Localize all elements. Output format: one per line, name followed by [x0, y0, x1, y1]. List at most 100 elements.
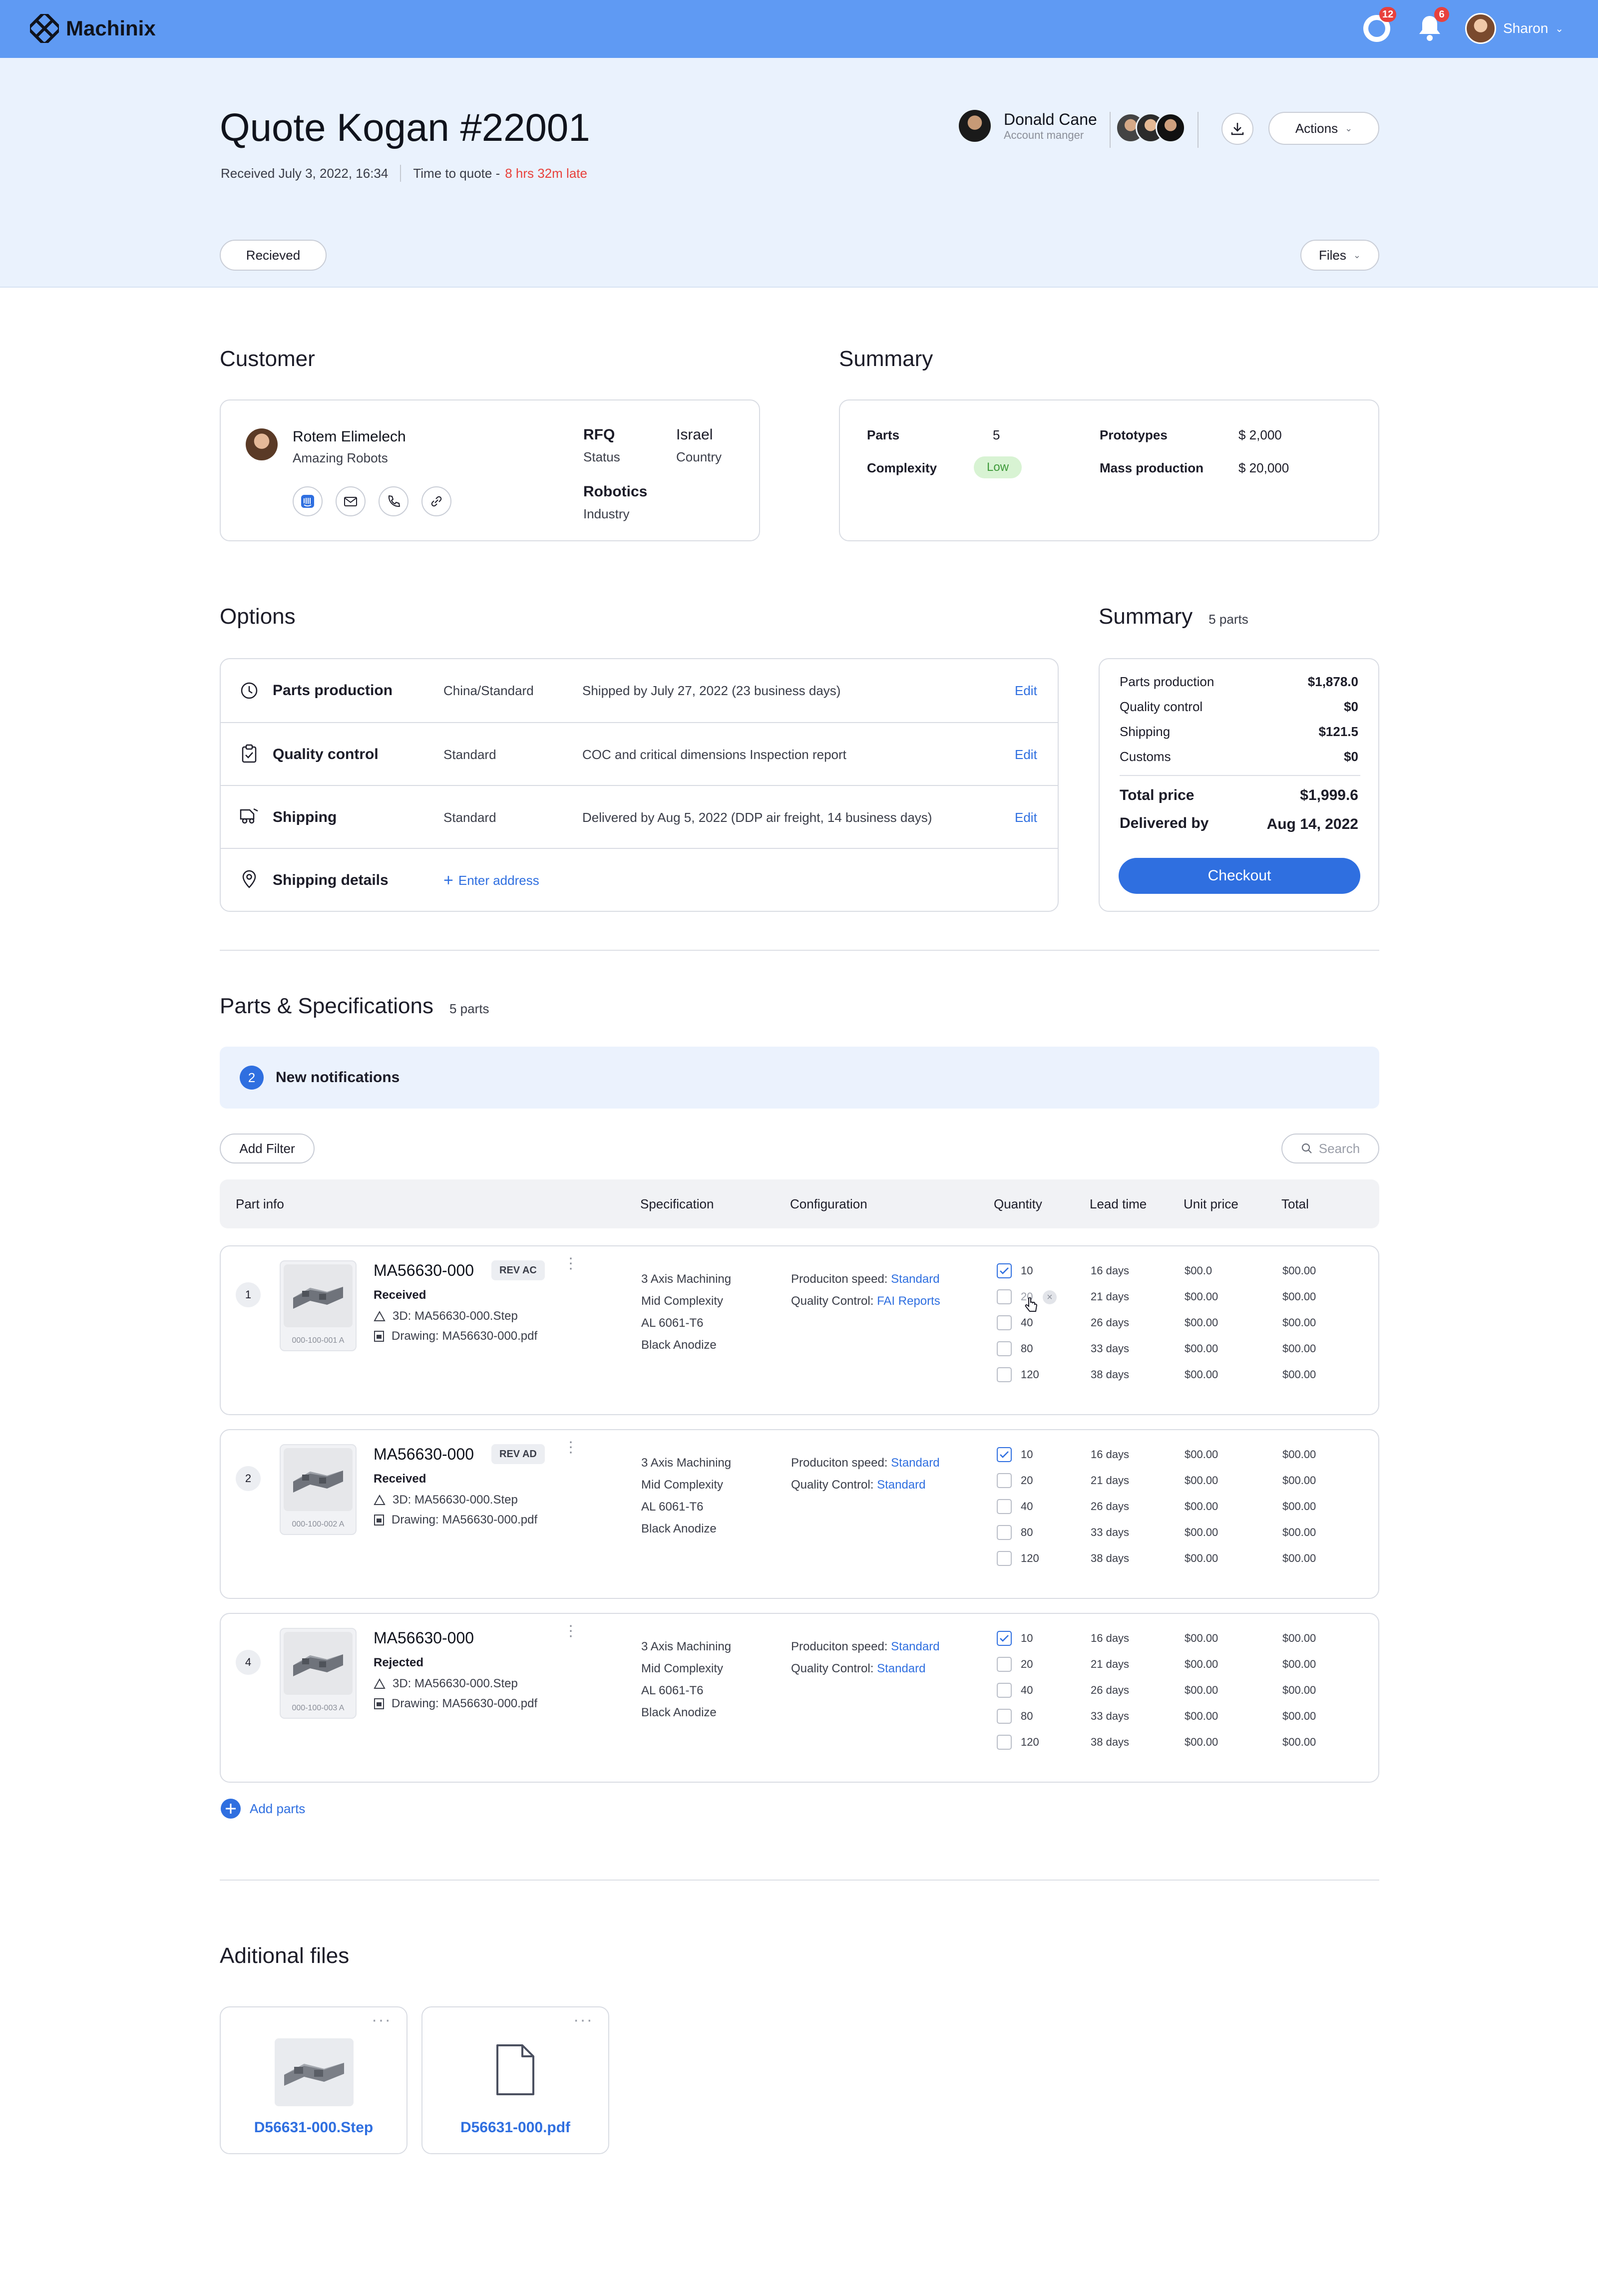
download-button[interactable]: [1221, 113, 1253, 145]
quantity-checkbox[interactable]: [997, 1367, 1012, 1382]
row-total: $00.00: [1282, 1736, 1316, 1748]
search-input[interactable]: Search: [1281, 1134, 1379, 1163]
part-drawing-file-name: Drawing: MA56630-000.pdf: [392, 1697, 538, 1710]
files-dropdown[interactable]: Files ⌄: [1300, 240, 1379, 271]
email-button[interactable]: [336, 486, 366, 516]
account-manager[interactable]: Donald Cane Account manger: [959, 110, 1097, 142]
brand[interactable]: Machinix: [30, 14, 156, 43]
3d-model-icon: [374, 1678, 386, 1689]
quantity-checkbox[interactable]: [997, 1735, 1012, 1750]
part-3d-file-name: 3D: MA56630-000.Step: [393, 1309, 518, 1323]
drawing-file-icon: [374, 1331, 384, 1342]
phone-icon: [388, 495, 400, 507]
option-detail: COC and critical dimensions Inspection r…: [582, 747, 846, 762]
part-3d-file[interactable]: 3D: MA56630-000.Step: [374, 1677, 518, 1691]
add-filter-label: Add Filter: [239, 1141, 295, 1156]
checkout-button[interactable]: Checkout: [1119, 858, 1360, 894]
quantity-value: 40: [1021, 1316, 1033, 1329]
part-drawing-file[interactable]: Drawing: MA56630-000.pdf: [374, 1513, 537, 1527]
section-divider: [220, 950, 1379, 951]
quantity-checkbox[interactable]: [997, 1499, 1012, 1514]
checkbox-box: [997, 1499, 1012, 1514]
quantity-checkbox[interactable]: [997, 1263, 1012, 1278]
actions-dropdown[interactable]: Actions ⌄: [1268, 112, 1379, 145]
machined-part-icon: [293, 1654, 343, 1676]
team-avatars[interactable]: [1116, 113, 1191, 145]
status-badge[interactable]: Recieved: [220, 240, 327, 271]
config-qc-value[interactable]: Standard: [877, 1662, 925, 1675]
part-card[interactable]: 1 000-100-001 A MA56630-000 REV AC ⋮ Receiv…: [220, 1245, 1379, 1415]
quantity-checkbox[interactable]: [997, 1447, 1012, 1462]
config-speed-value[interactable]: Standard: [891, 1272, 939, 1286]
quantity-checkbox[interactable]: [997, 1289, 1012, 1304]
part-drawing-file[interactable]: Drawing: MA56630-000.pdf: [374, 1329, 537, 1343]
part-thumbnail[interactable]: 000-100-002 A: [280, 1444, 357, 1535]
lead-time: 33 days: [1091, 1526, 1130, 1538]
quantity-checkbox[interactable]: [997, 1341, 1012, 1356]
chat-button[interactable]: 12: [1361, 7, 1397, 44]
part-status: Received: [374, 1472, 426, 1486]
part-card[interactable]: 2 000-100-002 A MA56630-000 REV AD ⋮ Receiv…: [220, 1429, 1379, 1599]
row-total: $00.00: [1282, 1658, 1316, 1670]
checkbox-box: [997, 1263, 1012, 1278]
file-card[interactable]: ··· D56631-000.Step: [220, 2006, 407, 2154]
phone-button[interactable]: [379, 486, 408, 516]
unit-price: $00.00: [1185, 1710, 1218, 1722]
quantity-checkbox[interactable]: [997, 1631, 1012, 1646]
column-header: Total: [1281, 1196, 1309, 1211]
quantity-checkbox[interactable]: [997, 1709, 1012, 1724]
part-more-icon[interactable]: ⋮: [563, 1624, 578, 1639]
row-total: $00.00: [1282, 1500, 1316, 1513]
edit-parts-production-link[interactable]: Edit: [1015, 683, 1037, 699]
notifications-button[interactable]: 6: [1414, 7, 1449, 44]
lead-time: 26 days: [1091, 1684, 1130, 1696]
enter-address-link[interactable]: + Enter address: [443, 871, 539, 890]
quantity-checkbox[interactable]: [997, 1657, 1012, 1672]
add-filter-button[interactable]: Add Filter: [220, 1134, 315, 1163]
part-3d-file[interactable]: 3D: MA56630-000.Step: [374, 1309, 518, 1323]
file-card[interactable]: ··· D56631-000.pdf: [421, 2006, 609, 2154]
quantity-checkbox[interactable]: [997, 1525, 1012, 1540]
spec-line: Mid Complexity: [641, 1294, 724, 1308]
notifications-label: New notifications: [276, 1069, 400, 1086]
quantity-value: 10: [1021, 1264, 1033, 1277]
more-options-icon[interactable]: ···: [372, 2010, 392, 2030]
part-card[interactable]: 4 000-100-003 A MA56630-000 ⋮ Rejected 3D:…: [220, 1613, 1379, 1783]
part-more-icon[interactable]: ⋮: [563, 1256, 578, 1271]
config-qc-value[interactable]: FAI Reports: [877, 1294, 940, 1308]
config-speed-value[interactable]: Standard: [891, 1640, 939, 1653]
part-thumbnail[interactable]: 000-100-003 A: [280, 1628, 357, 1719]
link-button[interactable]: [421, 486, 451, 516]
option-value: Standard: [443, 747, 496, 762]
summary-line-value: $0: [1344, 699, 1358, 714]
intercom-icon: [301, 495, 314, 508]
quantity-checkbox[interactable]: [997, 1551, 1012, 1566]
quantity-value: 120: [1021, 1368, 1039, 1381]
part-3d-file[interactable]: 3D: MA56630-000.Step: [374, 1493, 518, 1507]
chevron-down-icon: ⌄: [1555, 23, 1564, 34]
file-name: D56631-000.Step: [254, 2119, 374, 2136]
document-icon: [494, 2043, 536, 2096]
notifications-banner[interactable]: 2 New notifications: [220, 1047, 1379, 1109]
config-qc-value[interactable]: Standard: [877, 1478, 925, 1492]
quantity-checkbox[interactable]: [997, 1315, 1012, 1330]
edit-shipping-link[interactable]: Edit: [1015, 810, 1037, 825]
header-divider: [1110, 112, 1111, 148]
part-more-icon[interactable]: ⋮: [563, 1440, 578, 1455]
delivered-by-value: Aug 14, 2022: [1266, 816, 1358, 832]
quantity-checkbox[interactable]: [997, 1473, 1012, 1488]
part-thumbnail[interactable]: 000-100-001 A: [280, 1260, 357, 1351]
remove-quantity-icon[interactable]: ×: [1043, 1290, 1057, 1304]
config-speed-value[interactable]: Standard: [891, 1456, 939, 1470]
more-options-icon[interactable]: ···: [573, 2010, 593, 2030]
part-drawing-file[interactable]: Drawing: MA56630-000.pdf: [374, 1697, 537, 1711]
intercom-button[interactable]: [293, 486, 323, 516]
quantity-checkbox[interactable]: [997, 1683, 1012, 1698]
add-parts-button[interactable]: Add parts: [220, 1798, 305, 1820]
edit-quality-control-link[interactable]: Edit: [1015, 747, 1037, 763]
part-3d-file-name: 3D: MA56630-000.Step: [393, 1677, 518, 1690]
user-menu[interactable]: Sharon ⌄: [1465, 13, 1564, 44]
checkbox-box: [997, 1709, 1012, 1724]
spec-line: AL 6061-T6: [641, 1684, 704, 1697]
option-detail: Delivered by Aug 5, 2022 (DDP air freigh…: [582, 810, 932, 825]
